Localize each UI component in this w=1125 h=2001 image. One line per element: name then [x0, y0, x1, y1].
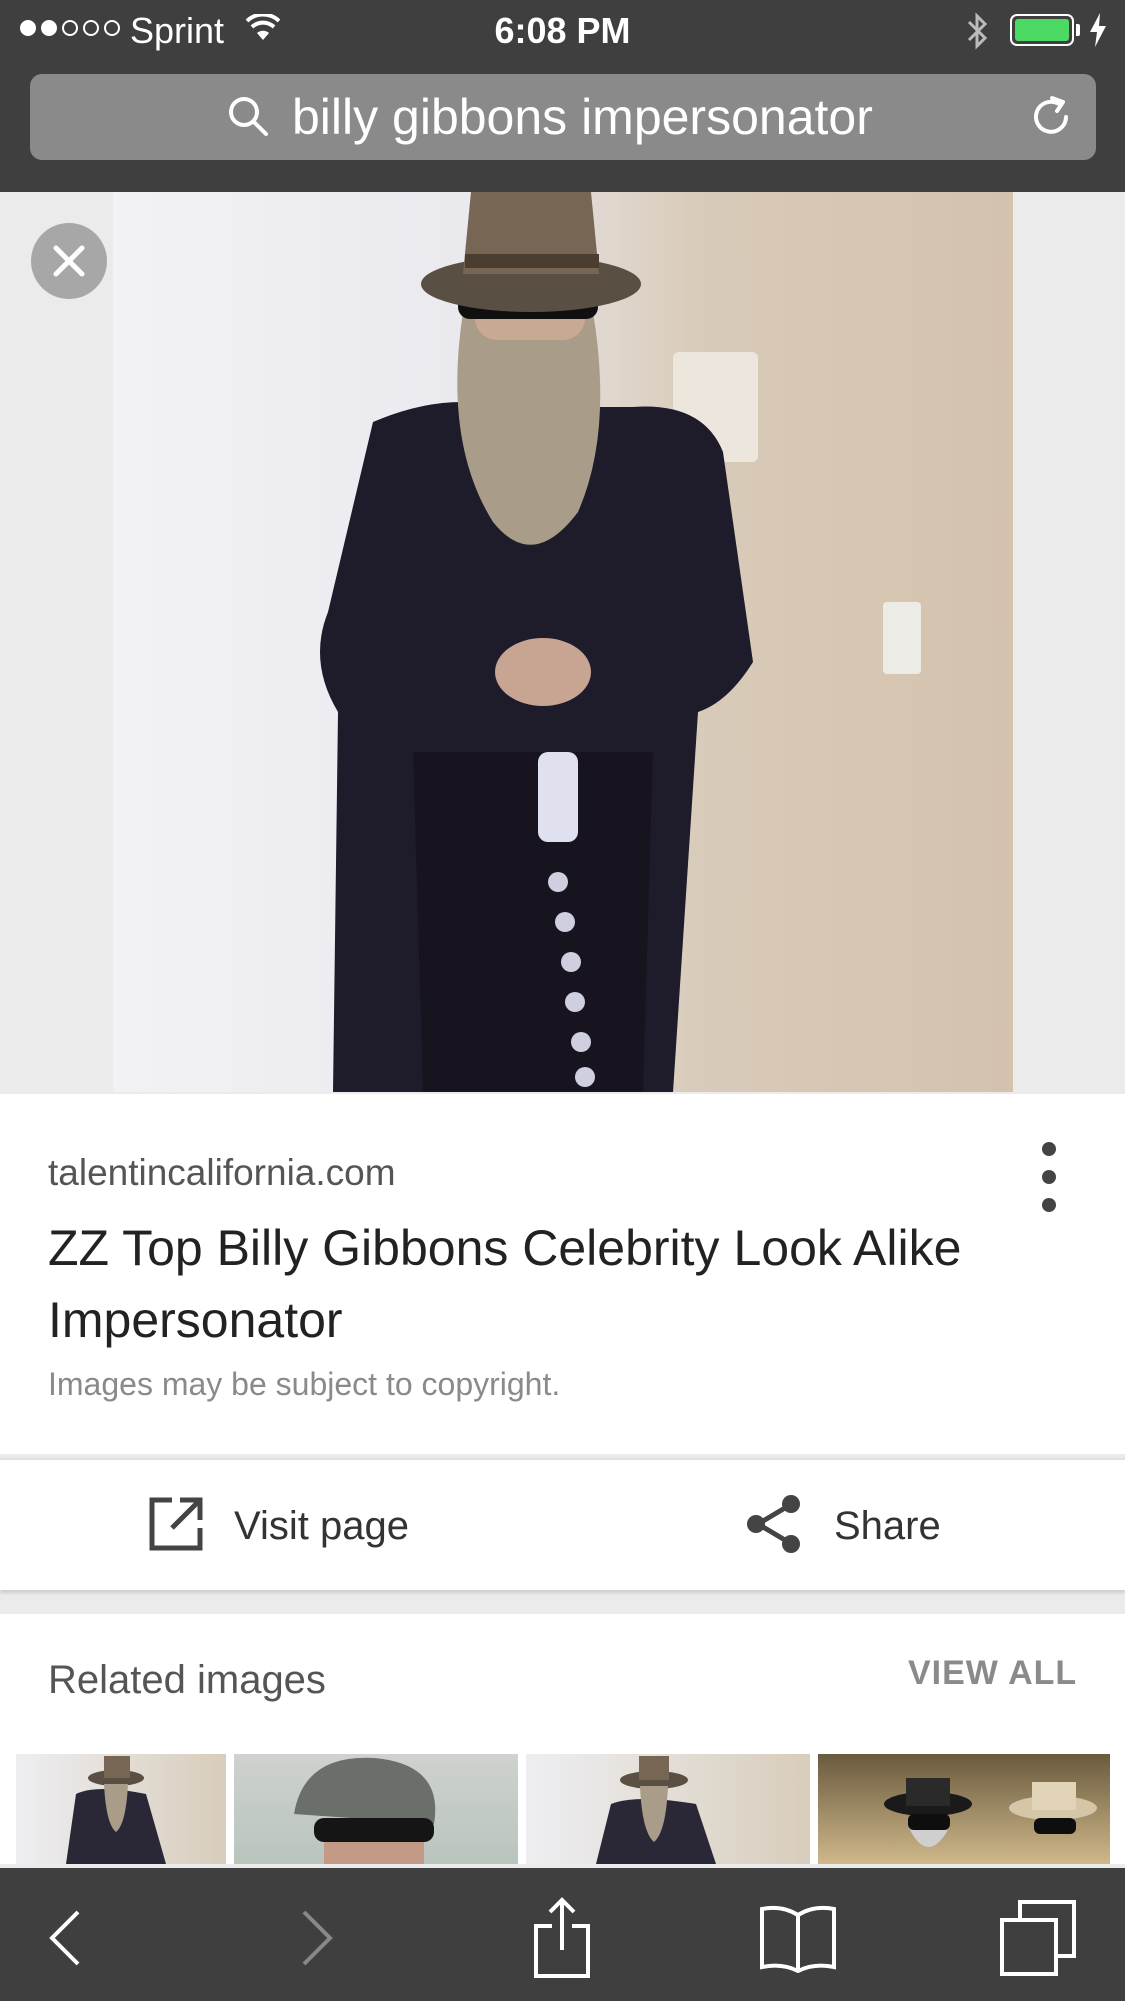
bluetooth-icon — [966, 12, 990, 55]
more-dot — [1042, 1170, 1056, 1184]
related-images-section: Related images VIEW ALL — [0, 1614, 1125, 1864]
image-viewer — [0, 192, 1125, 1092]
battery-icon — [1010, 14, 1074, 46]
share-icon — [744, 1493, 804, 1560]
related-thumbnail[interactable] — [818, 1754, 1110, 1864]
status-bar: Sprint 6:08 PM — [0, 0, 1125, 62]
forward-button[interactable] — [276, 1898, 356, 1978]
close-icon — [53, 245, 85, 277]
close-button[interactable] — [31, 223, 107, 299]
browser-toolbar — [0, 1868, 1125, 2001]
more-options-button[interactable] — [1034, 1138, 1064, 1218]
related-thumbnail[interactable] — [526, 1754, 810, 1864]
result-title[interactable]: ZZ Top Billy Gibbons Celebrity Look Alik… — [48, 1212, 1028, 1356]
share-page-button[interactable] — [522, 1897, 602, 1978]
result-actions: Visit page Share — [0, 1458, 1125, 1590]
visit-page-button[interactable]: Visit page — [148, 1494, 409, 1558]
external-link-icon — [148, 1496, 204, 1557]
related-thumbnail[interactable] — [234, 1754, 518, 1864]
charging-icon — [1088, 12, 1108, 53]
result-info-card: talentincalifornia.com ZZ Top Billy Gibb… — [0, 1094, 1125, 1454]
result-image[interactable] — [113, 192, 1013, 1092]
bookmarks-button[interactable] — [758, 1898, 838, 1978]
share-label: Share — [834, 1503, 941, 1548]
status-time: 6:08 PM — [494, 10, 631, 51]
back-icon — [49, 1910, 80, 1966]
tabs-button[interactable] — [998, 1898, 1078, 1978]
more-dot — [1042, 1142, 1056, 1156]
forward-icon — [302, 1910, 333, 1966]
share-page-icon — [534, 1897, 590, 1978]
search-icon — [226, 94, 270, 143]
address-bar[interactable]: billy gibbons impersonator — [30, 74, 1096, 160]
related-images-title: Related images — [48, 1658, 326, 1702]
visit-page-label: Visit page — [234, 1503, 409, 1548]
reload-icon[interactable] — [1028, 94, 1074, 145]
tabs-icon — [1000, 1900, 1076, 1976]
related-thumbnail[interactable] — [16, 1754, 226, 1864]
source-domain[interactable]: talentincalifornia.com — [48, 1152, 396, 1194]
share-button[interactable]: Share — [744, 1494, 941, 1558]
search-query: billy gibbons impersonator — [292, 89, 873, 145]
battery-tip — [1076, 24, 1080, 36]
copyright-note: Images may be subject to copyright. — [48, 1366, 561, 1402]
back-button[interactable] — [26, 1898, 106, 1978]
more-dot — [1042, 1198, 1056, 1212]
address-bar-area: billy gibbons impersonator — [0, 62, 1125, 192]
view-all-link[interactable]: VIEW ALL — [908, 1654, 1077, 1693]
bookmarks-icon — [760, 1905, 836, 1973]
